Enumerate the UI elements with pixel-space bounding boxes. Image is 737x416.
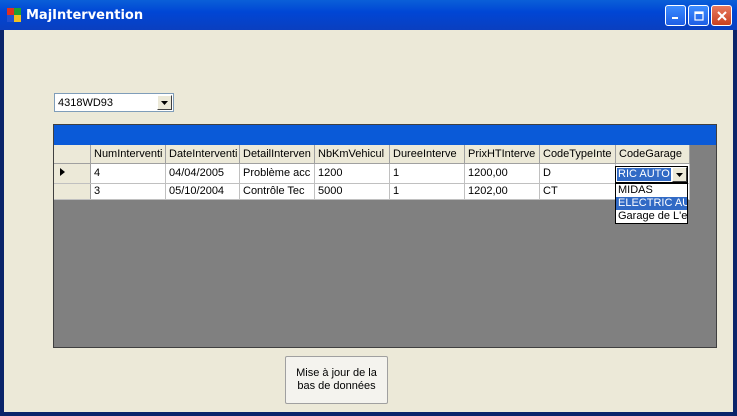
- window-title: MajIntervention: [26, 8, 144, 23]
- table-cell[interactable]: 4: [90, 163, 166, 184]
- title-bar[interactable]: MajIntervention: [0, 0, 737, 30]
- table-cell[interactable]: 05/10/2004: [165, 183, 240, 200]
- chevron-down-icon: [161, 100, 168, 105]
- column-header[interactable]: NbKmVehicul: [314, 145, 390, 164]
- column-header[interactable]: CodeGarage: [615, 145, 690, 164]
- app-icon: [7, 8, 21, 22]
- code-garage-combo[interactable]: RIC AUTO: [615, 166, 688, 183]
- table-row[interactable]: 4 04/04/2005 Problème acc 1200 1 1200,00…: [54, 163, 690, 184]
- datagrid-header-row: NumInterventi DateInterventi DetailInter…: [54, 145, 690, 164]
- datagrid-table: NumInterventi DateInterventi DetailInter…: [54, 145, 690, 200]
- vehicle-select-dropdown-button[interactable]: [157, 95, 172, 110]
- table-cell[interactable]: 1202,00: [464, 183, 540, 200]
- minimize-icon: [672, 17, 678, 19]
- column-header[interactable]: DateInterventi: [165, 145, 240, 164]
- column-header[interactable]: PrixHTInterve: [464, 145, 540, 164]
- column-header[interactable]: DetailInterven: [239, 145, 315, 164]
- column-header[interactable]: CodeTypeInte: [539, 145, 616, 164]
- column-header[interactable]: NumInterventi: [90, 145, 166, 164]
- interventions-datagrid[interactable]: NumInterventi DateInterventi DetailInter…: [53, 124, 717, 348]
- datagrid-caption: [54, 125, 716, 145]
- app-window: MajIntervention 4318WD93 NumInterventi D…: [0, 0, 737, 416]
- code-garage-dropdown-list: MIDAS ELECTRIC AU Garage de L'es: [615, 183, 688, 224]
- vehicle-select-value: 4318WD93: [58, 97, 114, 109]
- table-cell[interactable]: Contrôle Tec: [239, 183, 315, 200]
- close-icon: [716, 10, 727, 21]
- button-label-line2: bas de données: [297, 380, 376, 392]
- row-header[interactable]: [54, 183, 91, 200]
- table-cell[interactable]: 1200,00: [464, 163, 540, 184]
- dropdown-option[interactable]: Garage de L'es: [616, 210, 687, 223]
- table-cell[interactable]: D: [539, 163, 616, 184]
- update-database-button[interactable]: Mise à jour de la bas de données: [285, 356, 388, 404]
- code-garage-dropdown-button[interactable]: [672, 167, 687, 182]
- maximize-icon: [693, 10, 704, 21]
- header-corner: [54, 145, 91, 164]
- form-client-area: 4318WD93 NumInterventi DateInterventi De…: [4, 30, 733, 412]
- table-cell[interactable]: 1200: [314, 163, 390, 184]
- button-label-line1: Mise à jour de la: [296, 367, 377, 379]
- table-cell[interactable]: 1: [389, 183, 465, 200]
- right-triangle-icon: [60, 167, 65, 176]
- table-cell[interactable]: 1: [389, 163, 465, 184]
- table-cell[interactable]: 04/04/2005: [165, 163, 240, 184]
- minimize-button[interactable]: [665, 5, 686, 26]
- table-cell[interactable]: CT: [539, 183, 616, 200]
- table-cell[interactable]: 3: [90, 183, 166, 200]
- row-header[interactable]: [54, 163, 91, 184]
- dropdown-option[interactable]: MIDAS: [616, 184, 687, 197]
- update-database-button-label: Mise à jour de la bas de données: [296, 367, 377, 393]
- code-garage-value: RIC AUTO: [617, 168, 671, 181]
- table-cell[interactable]: 5000: [314, 183, 390, 200]
- close-button[interactable]: [711, 5, 732, 26]
- table-row[interactable]: 3 05/10/2004 Contrôle Tec 5000 1 1202,00…: [54, 183, 690, 200]
- vehicle-select[interactable]: 4318WD93: [54, 93, 174, 112]
- column-header[interactable]: DureeInterve: [389, 145, 465, 164]
- dropdown-option-selected[interactable]: ELECTRIC AU: [616, 197, 687, 210]
- table-cell[interactable]: Problème acc: [239, 163, 315, 184]
- maximize-button[interactable]: [688, 5, 709, 26]
- chevron-down-icon: [676, 172, 683, 177]
